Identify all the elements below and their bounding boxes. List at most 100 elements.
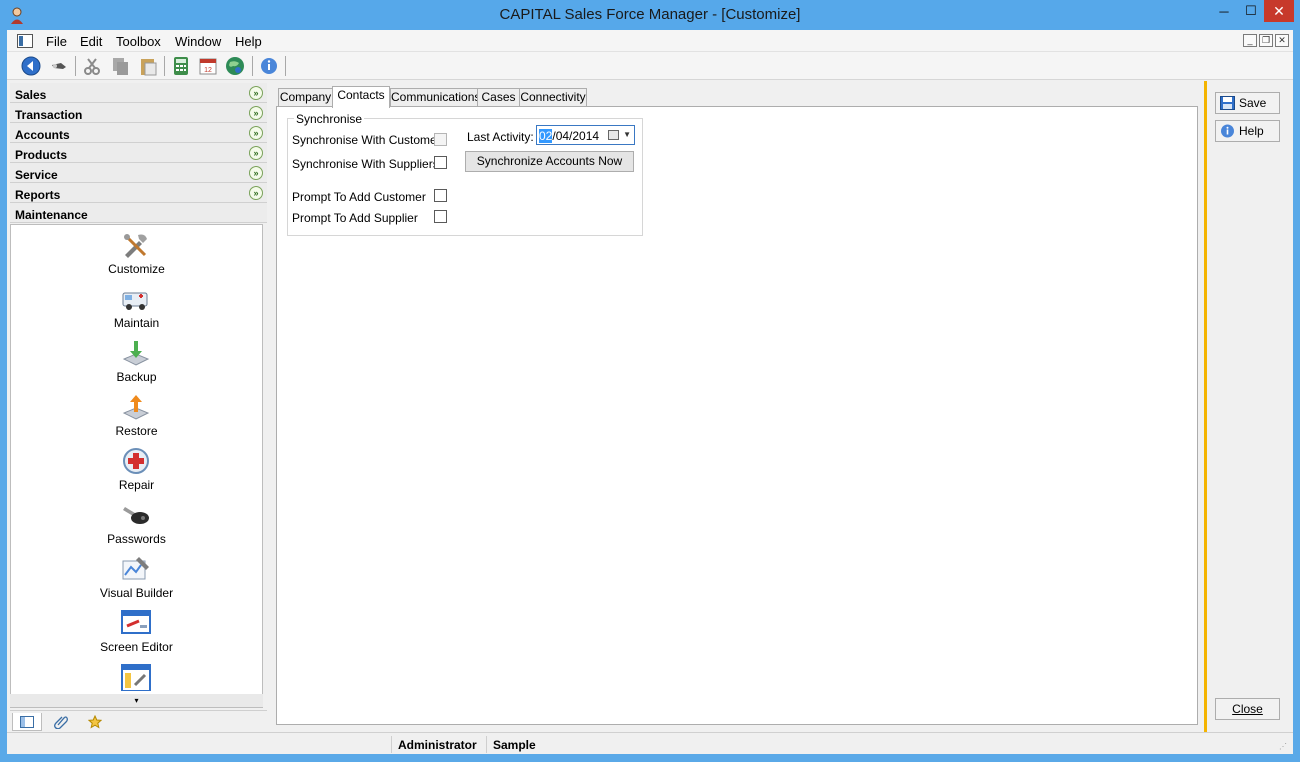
menu-file[interactable]: File [46,34,67,49]
help-label: Help [1239,124,1264,138]
nav-item-restore[interactable]: Restore [11,389,262,443]
copy-icon[interactable] [110,56,130,76]
prompt-add-supplier-label: Prompt To Add Supplier [292,211,418,225]
category-label: Products [15,148,68,162]
resize-grip-icon[interactable]: ⋰ [1279,742,1289,752]
calendar-icon[interactable] [608,130,619,140]
list-scroll-down-button[interactable]: ▾ [10,694,263,707]
save-icon [1220,96,1235,110]
back-icon[interactable] [21,56,41,76]
category-reports[interactable]: Reports » [10,183,267,203]
category-service[interactable]: Service » [10,163,267,183]
cut-icon[interactable] [82,56,102,76]
window-maximize-button[interactable]: ☐ [1238,0,1264,22]
nav-item-backup[interactable]: Backup [11,335,262,389]
menu-toolbox[interactable]: Toolbox [116,34,161,49]
tab-connectivity[interactable]: Connectivity [519,88,587,107]
window-minimize-button[interactable]: ─ [1210,0,1238,22]
info-icon[interactable] [259,56,279,76]
group-legend: Synchronise [294,112,365,126]
menu-window[interactable]: Window [175,34,221,49]
tab-communications[interactable]: Communications [390,88,480,107]
sync-suppliers-checkbox[interactable] [434,156,447,169]
client-area: File Edit Toolbox Window Help _ ❐ ✕ 12 S… [7,30,1293,754]
globe-icon[interactable] [225,56,245,76]
tab-company[interactable]: Company [278,88,333,107]
menu-edit[interactable]: Edit [80,34,102,49]
toolbar-separator [75,56,76,76]
tools-icon [124,234,147,258]
nav-item-label: Passwords [107,532,166,546]
category-label: Service [15,168,58,182]
toolbar-separator [252,56,253,76]
date-selected-segment: 02 [539,129,553,143]
category-label: Reports [15,188,61,202]
expand-chevron-icon[interactable]: » [249,106,263,120]
title-bar[interactable]: CAPITAL Sales Force Manager - [Customize… [0,0,1300,30]
contacts-tab-page: Synchronise Synchronise With Customers S… [276,106,1198,725]
window-title: CAPITAL Sales Force Manager - [Customize… [499,6,801,23]
synchronise-group: Synchronise Synchronise With Customers S… [287,112,643,236]
panel-tab-navigation[interactable] [12,713,42,731]
save-button[interactable]: Save [1215,92,1280,114]
svg-text:12: 12 [204,67,212,74]
calendar-icon[interactable]: 12 [198,56,218,76]
menu-help[interactable]: Help [235,34,262,49]
nav-item-visual-builder[interactable]: Visual Builder [11,551,262,605]
nav-item-screen-editor[interactable]: Screen Editor [11,605,262,659]
expand-chevron-icon[interactable]: » [249,126,263,140]
expand-chevron-icon[interactable]: » [249,186,263,200]
expand-chevron-icon[interactable]: » [249,146,263,160]
window-close-button[interactable]: ✕ [1264,0,1294,22]
mdi-child-icon[interactable] [17,34,33,48]
category-label: Maintenance [15,208,88,222]
category-maintenance[interactable]: Maintenance [10,203,267,223]
restore-icon [122,395,150,420]
mdi-close-button[interactable]: ✕ [1275,34,1289,47]
maintenance-item-list: Customize Maintain Backup Restore Repair… [10,224,263,708]
nav-item-maintain[interactable]: Maintain [11,281,262,335]
tab-contacts[interactable]: Contacts [332,86,390,108]
panel-tab-favorites[interactable] [80,713,110,731]
key-icon [123,507,149,524]
info-icon [1221,124,1234,138]
category-label: Sales [15,88,47,102]
tab-cases[interactable]: Cases [477,88,520,107]
close-button[interactable]: Close [1215,698,1280,720]
sync-customers-label: Synchronise With Customers [292,133,447,147]
nav-item-label: Customize [108,262,165,276]
last-activity-date-picker[interactable]: 02/04/2014 ▼ [536,125,635,145]
expand-chevron-icon[interactable]: » [249,166,263,180]
status-bar: Administrator Sample ⋰ [7,732,1293,754]
category-accounts[interactable]: Accounts » [10,123,267,143]
nav-item-label: Screen Editor [100,640,173,654]
paste-icon[interactable] [138,56,158,76]
navigation-panel: Sales » Transaction » Accounts » Product… [7,81,269,732]
category-products[interactable]: Products » [10,143,267,163]
category-sales[interactable]: Sales » [10,83,267,103]
customize-content: Company Contacts Communications Cases Co… [275,81,1204,732]
synchronize-accounts-button[interactable]: Synchronize Accounts Now [465,151,634,172]
panel-tab-attachments[interactable] [46,713,76,731]
expand-chevron-icon[interactable]: » [249,86,263,100]
calculator-icon[interactable] [171,56,191,76]
nav-item-repair[interactable]: Repair [11,443,262,497]
ambulance-icon [122,292,148,310]
key-icon[interactable] [49,56,69,76]
last-activity-label: Last Activity: [467,130,534,144]
help-button[interactable]: Help [1215,120,1280,142]
mdi-restore-button[interactable]: ❐ [1259,34,1273,47]
panel-tab-strip [10,710,267,732]
nav-item-passwords[interactable]: Passwords [11,497,262,551]
prompt-add-supplier-checkbox[interactable] [434,210,447,223]
visual-builder-icon [122,557,149,580]
nav-item-label: Backup [116,370,157,384]
mdi-minimize-button[interactable]: _ [1243,34,1257,47]
prompt-add-customer-checkbox[interactable] [434,189,447,202]
sync-customers-checkbox[interactable] [434,133,447,146]
first-aid-icon [123,448,149,474]
backup-icon [122,341,150,366]
chevron-down-icon[interactable]: ▼ [623,130,631,139]
nav-item-customize[interactable]: Customize [11,227,262,281]
category-transaction[interactable]: Transaction » [10,103,267,123]
